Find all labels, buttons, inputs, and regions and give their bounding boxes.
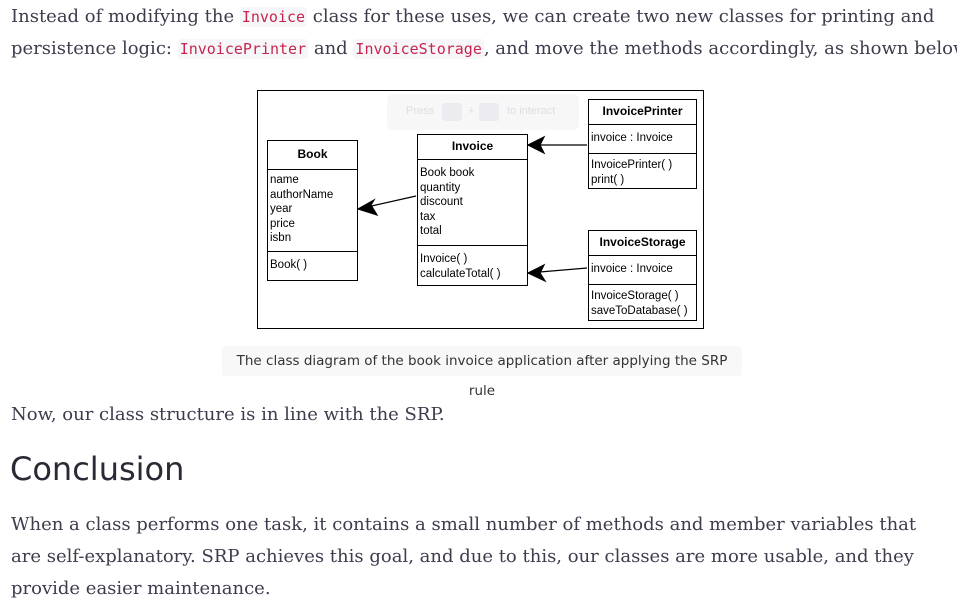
figure-caption: The class diagram of the book invoice ap… <box>222 346 742 399</box>
arrow-head <box>526 263 547 283</box>
conclusion-paragraph: When a class performs one task, it conta… <box>11 514 917 599</box>
section-heading: Conclusion <box>10 450 185 488</box>
body-paragraph: Now, our class structure is in line with… <box>11 404 445 425</box>
arrow-head <box>356 198 379 217</box>
